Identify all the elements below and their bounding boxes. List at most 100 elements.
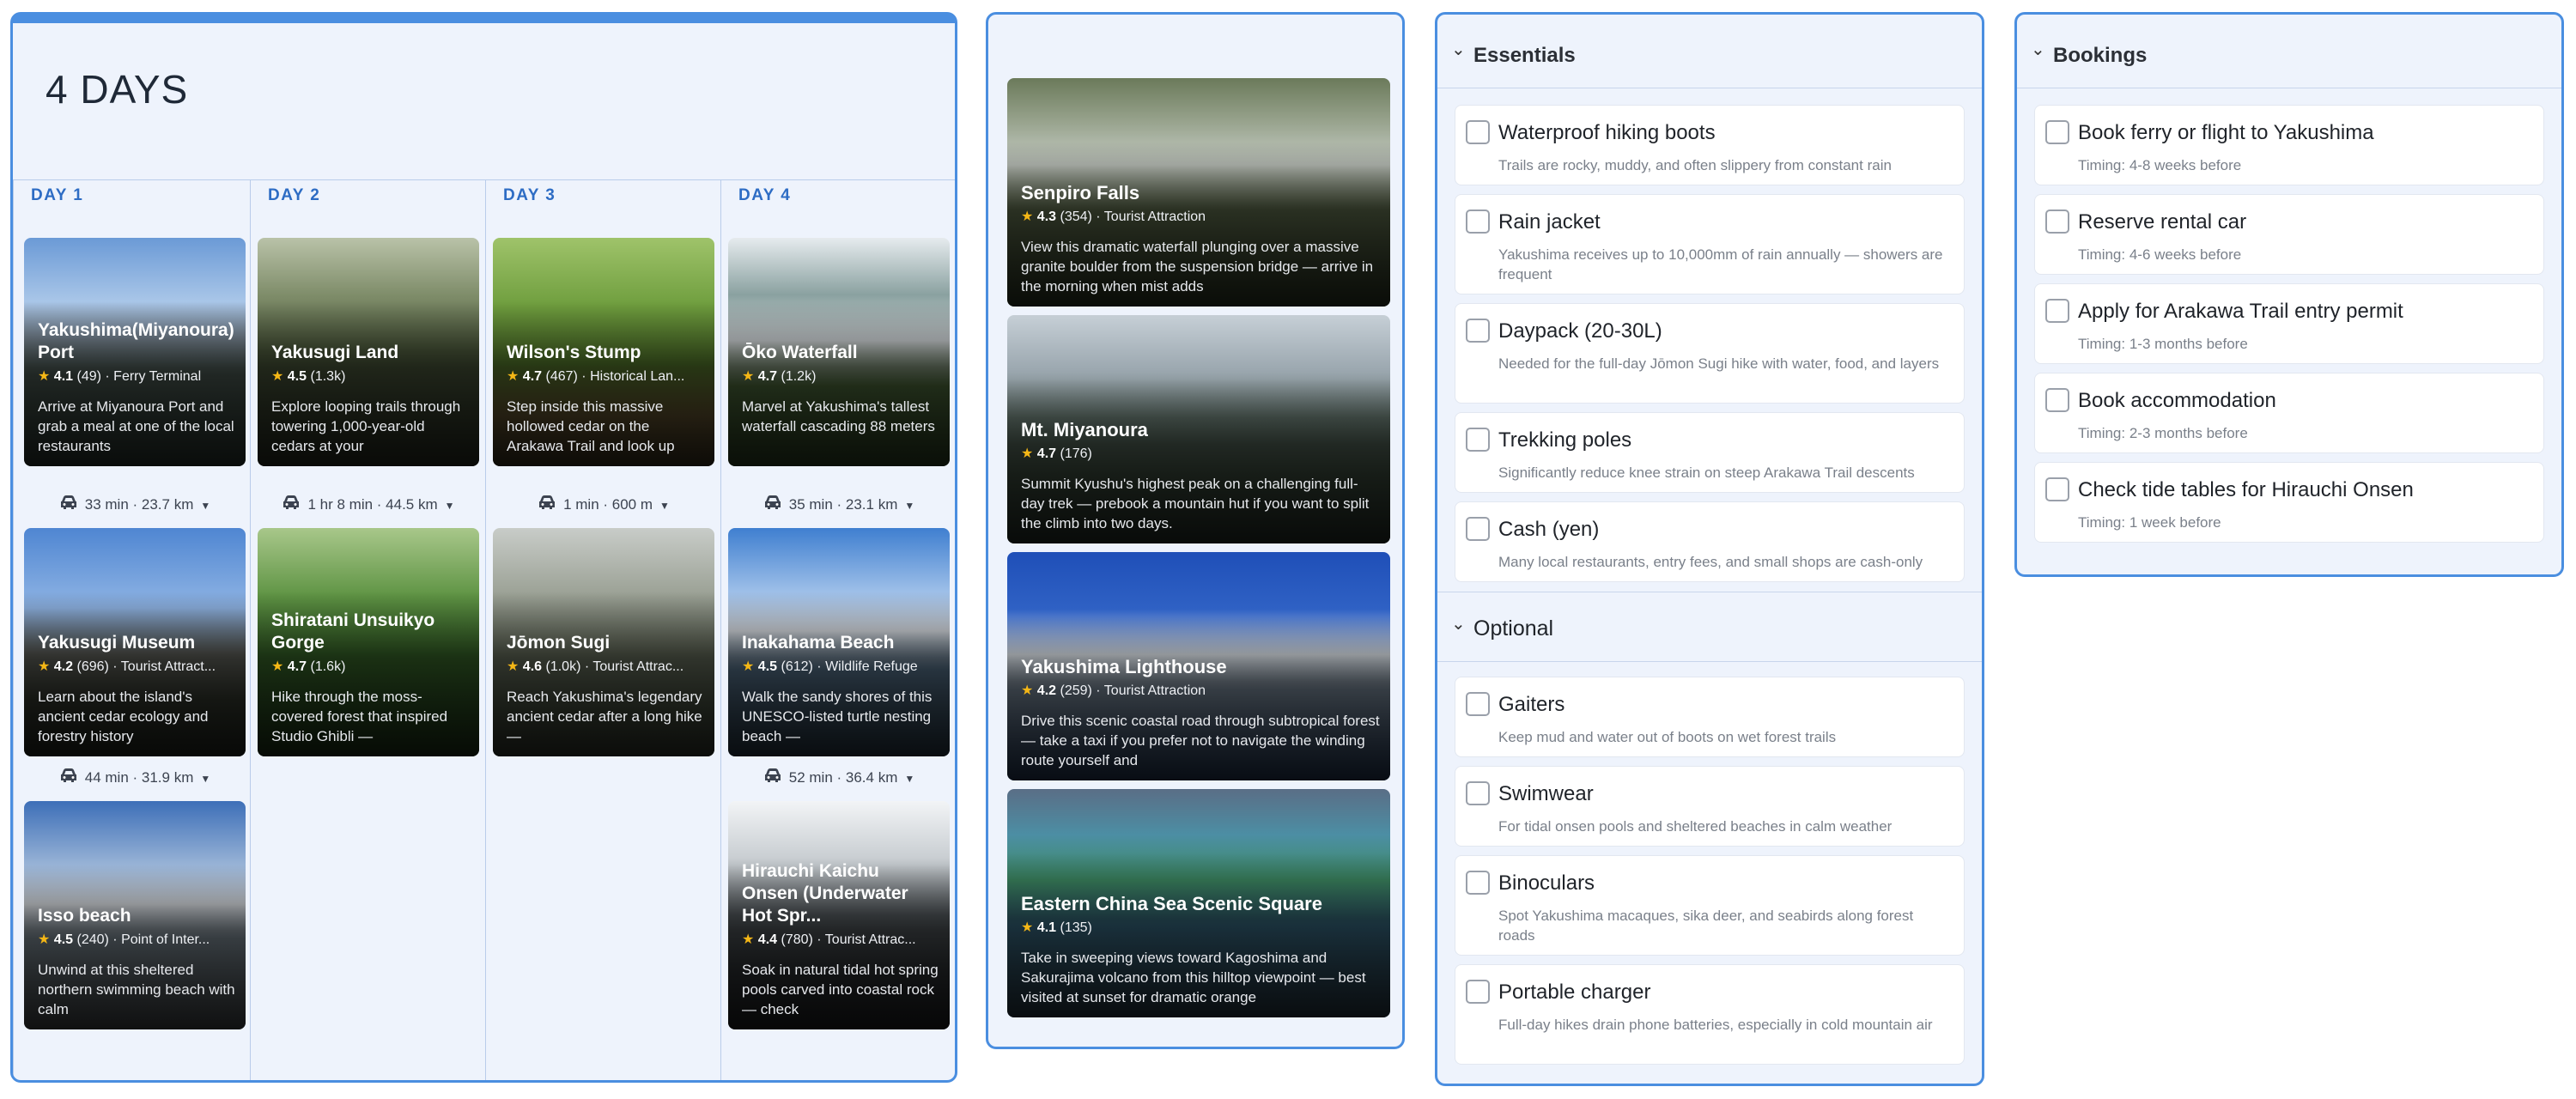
bookings-panel: ⌄ Bookings Book ferry or flight to Yakus… <box>2014 12 2564 577</box>
essentials-section-header[interactable]: ⌄ Essentials <box>1437 15 1982 88</box>
place-rating: 4.5 <box>287 369 307 384</box>
car-icon <box>282 493 301 519</box>
place-card[interactable]: Yakusugi Museum ★ 4.2 (696) · Tourist At… <box>24 528 246 756</box>
checkbox[interactable] <box>1466 319 1490 343</box>
travel-time-dropdown[interactable]: 1 min · 600 m ▼ <box>493 492 714 518</box>
travel-time-text: 52 min · 36.4 km <box>788 769 898 786</box>
travel-time-text: 1 min · 600 m <box>563 496 653 513</box>
place-rating: 4.2 <box>53 659 74 674</box>
place-name: Mt. Miyanoura <box>1021 419 1148 440</box>
caret-down-icon: ▼ <box>200 773 211 785</box>
travel-time-dropdown[interactable]: 35 min · 23.1 km ▼ <box>728 492 950 518</box>
place-reviews: (612) <box>781 659 813 674</box>
travel-time-dropdown[interactable]: 33 min · 23.7 km ▼ <box>24 492 246 518</box>
place-reviews: (467) <box>545 369 578 384</box>
place-description: Walk the sandy shores of this UNESCO-lis… <box>742 689 933 744</box>
checkbox[interactable] <box>1466 871 1490 895</box>
item-label: Check tide tables for Hirauchi Onsen <box>2078 478 2414 501</box>
travel-time-dropdown[interactable]: 44 min · 31.9 km ▼ <box>24 765 246 791</box>
packing-list-panel: ⌄ Essentials Waterproof hiking boots Tra… <box>1435 12 1984 1086</box>
star-icon: ★ <box>38 659 51 674</box>
caret-down-icon: ▼ <box>904 773 915 785</box>
checkbox[interactable] <box>1466 980 1490 1004</box>
itinerary-panel: 4 DAYS DAY 1 Yakushima(Miyanoura) Port ★… <box>10 12 957 1083</box>
item-note: For tidal onsen pools and sheltered beac… <box>1498 818 1893 835</box>
place-rating: 4.6 <box>522 659 543 674</box>
checklist-item: Rain jacket Yakushima receives up to 10,… <box>1455 194 1965 294</box>
place-reviews: (1.6k) <box>310 659 346 674</box>
checkbox[interactable] <box>1466 120 1490 144</box>
place-name: Yakushima Lighthouse <box>1021 656 1227 677</box>
checklist-item: Waterproof hiking boots Trails are rocky… <box>1455 105 1965 185</box>
place-name: Inakahama Beach <box>742 633 895 653</box>
place-rating: 4.5 <box>757 659 778 674</box>
place-card[interactable]: Hirauchi Kaichu Onsen (Underwater Hot Sp… <box>728 801 950 1029</box>
place-card[interactable]: Yakushima Lighthouse ★ 4.2 (259) · Touri… <box>1007 552 1390 780</box>
section-title: Bookings <box>2053 44 2148 67</box>
checkbox[interactable] <box>1466 209 1490 234</box>
checkbox[interactable] <box>2045 209 2069 234</box>
checklist-item: Portable charger Full-day hikes drain ph… <box>1455 964 1965 1065</box>
star-icon: ★ <box>271 659 284 674</box>
place-description: View this dramatic waterfall plunging ov… <box>1021 239 1374 294</box>
travel-time-text: 1 hr 8 min · 44.5 km <box>307 496 438 513</box>
place-card[interactable]: Yakushima(Miyanoura) Port ★ 4.1 (49) · F… <box>24 238 246 466</box>
item-label: Trekking poles <box>1498 428 1632 452</box>
place-card[interactable]: Ōko Waterfall ★ 4.7 (1.2k) Marvel at Yak… <box>728 238 950 466</box>
place-reviews: (1.3k) <box>310 369 346 384</box>
place-description: Summit Kyushu's highest peak on a challe… <box>1021 476 1370 531</box>
place-card[interactable]: Mt. Miyanoura ★ 4.7 (176) Summit Kyushu'… <box>1007 315 1390 543</box>
checkbox[interactable] <box>2045 388 2069 412</box>
chevron-down-icon: ⌄ <box>2031 40 2045 59</box>
optional-section-header[interactable]: ⌄ Optional <box>1437 592 1982 662</box>
section-title: Optional <box>1473 616 1554 641</box>
place-reviews: (780) <box>781 932 813 947</box>
checkbox[interactable] <box>2045 477 2069 501</box>
checkbox[interactable] <box>2045 299 2069 323</box>
day-label: DAY 1 <box>31 186 84 204</box>
place-card[interactable]: Senpiro Falls ★ 4.3 (354) · Tourist Attr… <box>1007 78 1390 307</box>
place-reviews: (1.2k) <box>781 369 817 384</box>
travel-time-dropdown[interactable]: 1 hr 8 min · 44.5 km ▼ <box>258 492 479 518</box>
checklist-item: Daypack (20-30L) Needed for the full-day… <box>1455 303 1965 404</box>
item-label: Swimwear <box>1498 782 1594 805</box>
checkbox[interactable] <box>1466 428 1490 452</box>
checkbox[interactable] <box>1466 517 1490 541</box>
star-icon: ★ <box>38 932 51 947</box>
place-card[interactable]: Inakahama Beach ★ 4.5 (612) · Wildlife R… <box>728 528 950 756</box>
item-label: Waterproof hiking boots <box>1498 121 1716 144</box>
bookings-section-header[interactable]: ⌄ Bookings <box>2017 15 2561 88</box>
checkbox[interactable] <box>1466 781 1490 805</box>
place-description: Take in sweeping views toward Kagoshima … <box>1021 950 1366 1005</box>
place-description: Drive this scenic coastal road through s… <box>1021 713 1380 768</box>
checklist-item: Check tide tables for Hirauchi Onsen Tim… <box>2034 462 2544 543</box>
caret-down-icon: ▼ <box>200 500 211 512</box>
checkbox[interactable] <box>1466 692 1490 716</box>
star-icon: ★ <box>742 932 755 947</box>
place-description: Reach Yakushima's legendary ancient ceda… <box>507 689 702 744</box>
place-rating: 4.7 <box>522 369 543 384</box>
place-reviews: (259) <box>1060 683 1092 698</box>
item-label: Book accommodation <box>2078 389 2276 412</box>
item-note: Spot Yakushima macaques, sika deer, and … <box>1498 908 1914 944</box>
place-card[interactable]: Yakusugi Land ★ 4.5 (1.3k) Explore loopi… <box>258 238 479 466</box>
day-column-1: DAY 1 Yakushima(Miyanoura) Port ★ 4.1 (4… <box>13 179 250 1080</box>
day-label: DAY 2 <box>268 186 321 204</box>
travel-time-dropdown[interactable]: 52 min · 36.4 km ▼ <box>728 765 950 791</box>
place-category: Wildlife Refuge <box>825 659 918 674</box>
place-card[interactable]: Wilson's Stump ★ 4.7 (467) · Historical … <box>493 238 714 466</box>
place-description: Learn about the island's ancient cedar e… <box>38 689 209 744</box>
place-card[interactable]: Shiratani Unsuikyo Gorge ★ 4.7 (1.6k) Hi… <box>258 528 479 756</box>
item-label: Daypack (20-30L) <box>1498 319 1662 343</box>
place-card[interactable]: Eastern China Sea Scenic Square ★ 4.1 (1… <box>1007 789 1390 1017</box>
place-rating: 4.1 <box>53 369 74 384</box>
place-card[interactable]: Jōmon Sugi ★ 4.6 (1.0k) · Tourist Attrac… <box>493 528 714 756</box>
item-note: Timing: 1-3 months before <box>2078 336 2248 352</box>
checkbox[interactable] <box>2045 120 2069 144</box>
checklist-item: Book ferry or flight to Yakushima Timing… <box>2034 105 2544 185</box>
place-reviews: (135) <box>1060 920 1092 935</box>
item-label: Reserve rental car <box>2078 210 2247 234</box>
item-note: Many local restaurants, entry fees, and … <box>1498 554 1923 570</box>
place-card[interactable]: Isso beach ★ 4.5 (240) · Point of Inter.… <box>24 801 246 1029</box>
place-name: Isso beach <box>38 906 131 926</box>
